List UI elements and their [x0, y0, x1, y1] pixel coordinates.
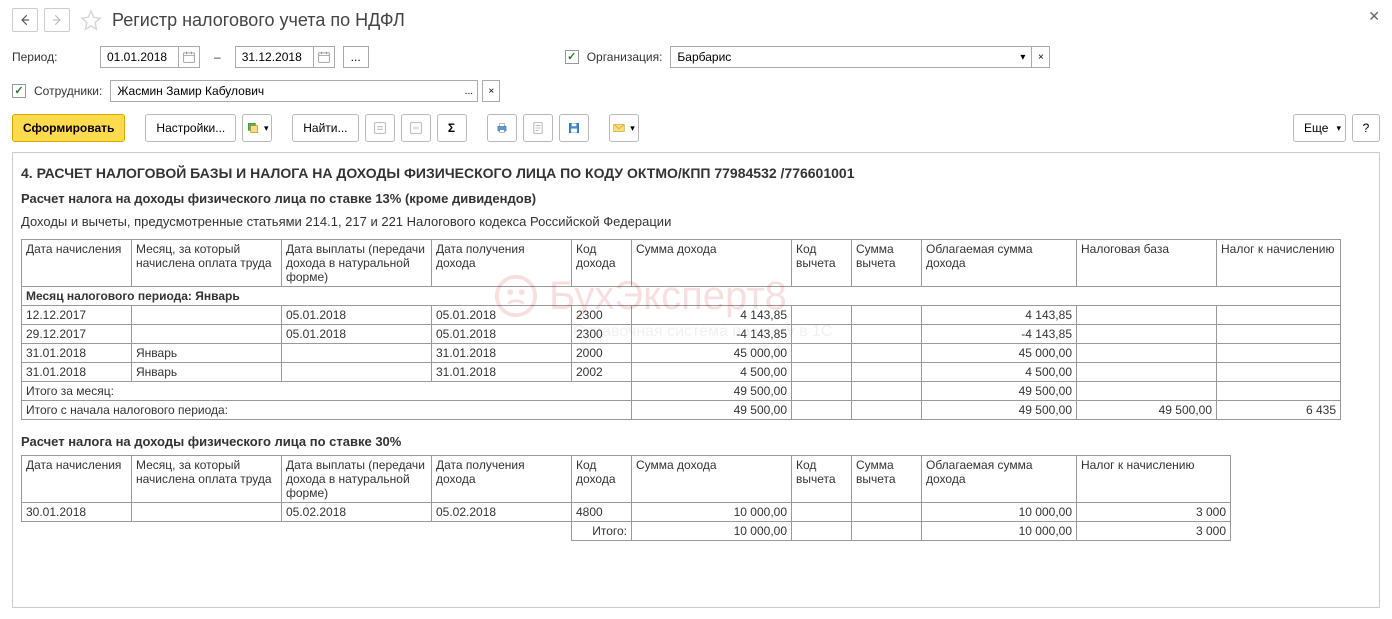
col-paydate: Дата выплаты (передачи дохода в натураль… — [282, 240, 432, 287]
calendar-icon — [182, 50, 196, 64]
find-button[interactable]: Найти... — [292, 114, 358, 142]
forward-button[interactable] — [44, 8, 70, 32]
employees-label: Сотрудники: — [34, 84, 102, 98]
variants-button[interactable]: ▾ — [242, 114, 272, 142]
close-button[interactable]: ✕ — [1368, 8, 1380, 25]
generate-button[interactable]: Сформировать — [12, 114, 125, 142]
col-taxable: Облагаемая сумма дохода — [922, 240, 1077, 287]
expand-groups-button[interactable] — [365, 114, 395, 142]
table-row: 30.01.201805.02.201805.02.2018480010 000… — [22, 503, 1231, 522]
period-dash: – — [214, 50, 221, 64]
sigma-icon: Σ — [448, 121, 455, 135]
table-row: 31.01.2018Январь31.01.2018200045 000,004… — [22, 344, 1341, 363]
envelope-icon — [612, 121, 626, 135]
favorite-star-icon[interactable] — [80, 9, 102, 31]
employees-checkbox[interactable] — [12, 84, 26, 98]
printer-icon — [495, 121, 509, 135]
org-clear-button[interactable]: × — [1032, 46, 1050, 68]
collapse-icon — [409, 121, 423, 135]
collapse-groups-button[interactable] — [401, 114, 431, 142]
month-period-row: Месяц налогового периода: Январь — [22, 287, 1341, 306]
employees-input[interactable] — [110, 80, 460, 102]
arrow-left-icon — [18, 13, 32, 27]
preview-button[interactable] — [523, 114, 553, 142]
col-recdate: Дата получения дохода — [432, 240, 572, 287]
settings-button[interactable]: Настройки... — [145, 114, 236, 142]
period-to-calendar[interactable] — [313, 46, 335, 68]
org-input[interactable] — [670, 46, 1014, 68]
col-base: Налоговая база — [1077, 240, 1217, 287]
table-row: 29.12.201705.01.201805.01.20182300-4 143… — [22, 325, 1341, 344]
note-text: Доходы и вычеты, предусмотренные статьям… — [21, 214, 1363, 229]
table-header-row: Дата начисления Месяц, за который начисл… — [22, 240, 1341, 287]
total-month-row: Итого за месяц:49 500,0049 500,00 — [22, 382, 1341, 401]
calendar-icon — [317, 50, 331, 64]
col-vsum: Сумма вычета — [852, 240, 922, 287]
org-dropdown-button[interactable]: ▾ — [1014, 46, 1032, 68]
col-month: Месяц, за который начислена оплата труда — [132, 240, 282, 287]
save-button[interactable] — [559, 114, 589, 142]
stack-icon — [246, 121, 260, 135]
table-30: Дата начисления Месяц, за который начисл… — [21, 455, 1231, 541]
table-row: 31.01.2018Январь31.01.201820024 500,004 … — [22, 363, 1341, 382]
period-from-calendar[interactable] — [178, 46, 200, 68]
period-to-input[interactable] — [235, 46, 313, 68]
col-sum: Сумма дохода — [632, 240, 792, 287]
total-30-row: Итого:10 000,0010 000,003 000 — [22, 522, 1231, 541]
print-button[interactable] — [487, 114, 517, 142]
subsection-30: Расчет налога на доходы физического лица… — [21, 434, 1363, 449]
table-13: Дата начисления Месяц, за который начисл… — [21, 239, 1341, 420]
sum-button[interactable]: Σ — [437, 114, 467, 142]
col-vcode: Код вычета — [792, 240, 852, 287]
send-button[interactable]: ▾ — [609, 114, 639, 142]
table-header-row: Дата начисления Месяц, за который начисл… — [22, 456, 1231, 503]
back-button[interactable] — [12, 8, 38, 32]
col-date: Дата начисления — [22, 240, 132, 287]
col-code: Код дохода — [572, 240, 632, 287]
employees-picker-button[interactable]: ... — [460, 80, 478, 102]
period-label: Период: — [12, 50, 92, 64]
org-checkbox[interactable] — [565, 50, 579, 64]
org-label: Организация: — [587, 50, 663, 64]
subsection-13: Расчет налога на доходы физического лица… — [21, 191, 1363, 206]
report-viewer[interactable]: БухЭксперт8 Справочная система по учету … — [12, 152, 1380, 608]
expand-icon — [373, 121, 387, 135]
document-icon — [531, 121, 545, 135]
col-due: Налог к начислению — [1217, 240, 1341, 287]
diskette-icon — [567, 121, 581, 135]
table-row: 12.12.201705.01.201805.01.201823004 143,… — [22, 306, 1341, 325]
total-period-row: Итого с начала налогового периода:49 500… — [22, 401, 1341, 420]
page-title: Регистр налогового учета по НДФЛ — [112, 10, 405, 31]
period-picker-button[interactable]: ... — [343, 46, 369, 68]
help-button[interactable]: ? — [1352, 114, 1380, 142]
period-from-input[interactable] — [100, 46, 178, 68]
more-button[interactable]: Еще — [1293, 114, 1346, 142]
section-title: 4. РАСЧЕТ НАЛОГОВОЙ БАЗЫ И НАЛОГА НА ДОХ… — [21, 165, 1363, 181]
arrow-right-icon — [50, 13, 64, 27]
employees-clear-button[interactable]: × — [482, 80, 500, 102]
